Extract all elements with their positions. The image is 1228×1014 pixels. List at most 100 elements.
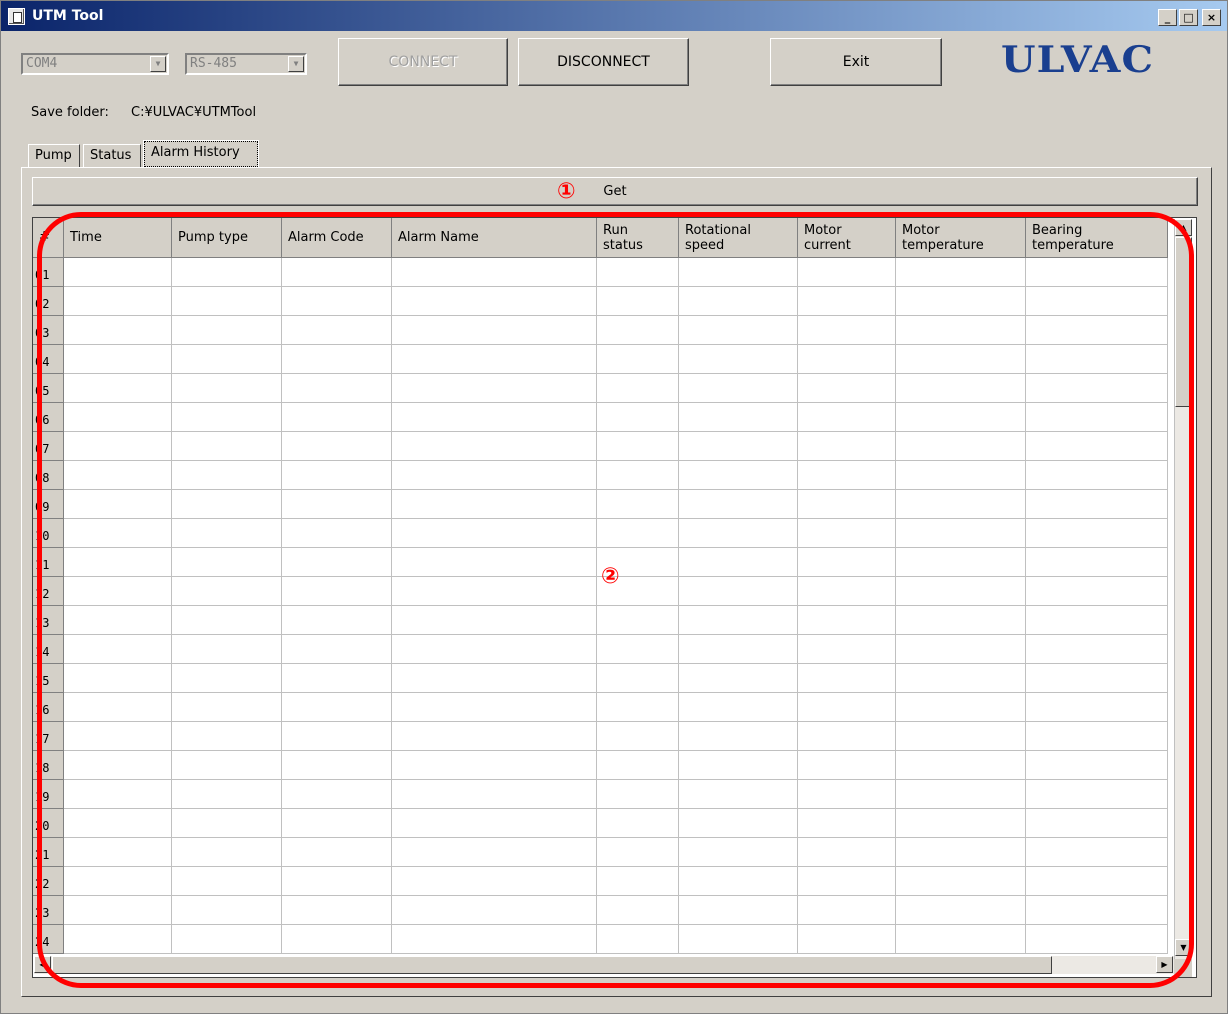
table-cell[interactable] bbox=[1026, 838, 1168, 867]
table-cell[interactable] bbox=[679, 925, 798, 954]
table-cell[interactable] bbox=[896, 490, 1026, 519]
table-cell[interactable] bbox=[597, 287, 679, 316]
column-header[interactable]: Pump type bbox=[172, 218, 282, 258]
table-cell[interactable] bbox=[679, 577, 798, 606]
table-cell[interactable] bbox=[64, 287, 172, 316]
table-cell[interactable] bbox=[798, 316, 896, 345]
column-header[interactable]: Bearing temperature bbox=[1026, 218, 1168, 258]
table-cell[interactable] bbox=[679, 867, 798, 896]
table-cell[interactable] bbox=[597, 403, 679, 432]
table-row[interactable]: 14 bbox=[33, 635, 1168, 664]
connect-button[interactable]: CONNECT bbox=[338, 38, 508, 86]
table-cell[interactable] bbox=[172, 461, 282, 490]
table-cell[interactable] bbox=[1026, 287, 1168, 316]
table-cell[interactable] bbox=[1026, 403, 1168, 432]
table-cell[interactable] bbox=[679, 751, 798, 780]
table-cell[interactable] bbox=[896, 577, 1026, 606]
table-cell[interactable] bbox=[1026, 867, 1168, 896]
table-cell[interactable] bbox=[172, 258, 282, 287]
table-row[interactable]: 15 bbox=[33, 664, 1168, 693]
scroll-down-icon[interactable]: ▼ bbox=[1175, 939, 1192, 956]
table-cell[interactable] bbox=[172, 780, 282, 809]
table-cell[interactable] bbox=[798, 780, 896, 809]
table-cell[interactable] bbox=[798, 345, 896, 374]
table-cell[interactable] bbox=[679, 403, 798, 432]
table-cell[interactable] bbox=[172, 316, 282, 345]
table-cell[interactable] bbox=[798, 925, 896, 954]
table-row[interactable]: 03 bbox=[33, 316, 1168, 345]
table-cell[interactable] bbox=[798, 548, 896, 577]
table-cell[interactable] bbox=[282, 403, 392, 432]
table-cell[interactable] bbox=[392, 896, 597, 925]
table-cell[interactable] bbox=[597, 258, 679, 287]
table-cell[interactable] bbox=[798, 374, 896, 403]
close-button[interactable]: × bbox=[1202, 9, 1221, 26]
table-cell[interactable] bbox=[64, 664, 172, 693]
table-cell[interactable] bbox=[896, 693, 1026, 722]
table-cell[interactable] bbox=[896, 461, 1026, 490]
table-cell[interactable] bbox=[64, 490, 172, 519]
table-row[interactable]: 20 bbox=[33, 809, 1168, 838]
table-cell[interactable] bbox=[64, 374, 172, 403]
table-cell[interactable] bbox=[597, 896, 679, 925]
table-cell[interactable] bbox=[392, 287, 597, 316]
table-cell[interactable] bbox=[597, 809, 679, 838]
table-cell[interactable] bbox=[798, 751, 896, 780]
table-cell[interactable] bbox=[597, 635, 679, 664]
table-cell[interactable] bbox=[896, 519, 1026, 548]
table-row[interactable]: 19 bbox=[33, 780, 1168, 809]
table-cell[interactable] bbox=[896, 722, 1026, 751]
table-row[interactable]: 21 bbox=[33, 838, 1168, 867]
table-cell[interactable] bbox=[172, 577, 282, 606]
title-bar[interactable]: UTM Tool _ □ × bbox=[1, 1, 1227, 31]
table-cell[interactable] bbox=[172, 809, 282, 838]
table-cell[interactable] bbox=[282, 896, 392, 925]
table-cell[interactable] bbox=[64, 722, 172, 751]
table-row[interactable]: 24 bbox=[33, 925, 1168, 954]
table-cell[interactable] bbox=[64, 316, 172, 345]
table-cell[interactable] bbox=[597, 316, 679, 345]
table-row[interactable]: 04 bbox=[33, 345, 1168, 374]
column-header[interactable]: Rotational speed bbox=[679, 218, 798, 258]
vertical-scrollbar[interactable]: ▲ ▼ bbox=[1174, 219, 1192, 959]
table-cell[interactable] bbox=[896, 809, 1026, 838]
table-cell[interactable] bbox=[798, 606, 896, 635]
disconnect-button[interactable]: DISCONNECT bbox=[518, 38, 689, 86]
table-cell[interactable] bbox=[679, 809, 798, 838]
table-cell[interactable] bbox=[1026, 432, 1168, 461]
table-cell[interactable] bbox=[282, 490, 392, 519]
table-cell[interactable] bbox=[282, 374, 392, 403]
table-row[interactable]: 06 bbox=[33, 403, 1168, 432]
table-cell[interactable] bbox=[1026, 461, 1168, 490]
table-cell[interactable] bbox=[392, 867, 597, 896]
table-cell[interactable] bbox=[896, 403, 1026, 432]
table-cell[interactable] bbox=[282, 780, 392, 809]
table-cell[interactable] bbox=[679, 287, 798, 316]
table-cell[interactable] bbox=[896, 374, 1026, 403]
table-cell[interactable] bbox=[896, 867, 1026, 896]
table-cell[interactable] bbox=[896, 345, 1026, 374]
column-header[interactable]: # bbox=[33, 218, 64, 258]
table-cell[interactable] bbox=[896, 896, 1026, 925]
table-cell[interactable] bbox=[282, 577, 392, 606]
table-cell[interactable] bbox=[172, 867, 282, 896]
table-row[interactable]: 05 bbox=[33, 374, 1168, 403]
table-cell[interactable] bbox=[1026, 345, 1168, 374]
table-row[interactable]: 22 bbox=[33, 867, 1168, 896]
table-cell[interactable] bbox=[1026, 374, 1168, 403]
table-row[interactable]: 23 bbox=[33, 896, 1168, 925]
table-cell[interactable] bbox=[172, 722, 282, 751]
vertical-scroll-thumb[interactable] bbox=[1175, 237, 1192, 407]
table-cell[interactable] bbox=[282, 635, 392, 664]
table-cell[interactable] bbox=[896, 548, 1026, 577]
table-cell[interactable] bbox=[64, 751, 172, 780]
table-row[interactable]: 07 bbox=[33, 432, 1168, 461]
table-cell[interactable] bbox=[679, 374, 798, 403]
table-cell[interactable] bbox=[64, 838, 172, 867]
table-cell[interactable] bbox=[1026, 606, 1168, 635]
table-cell[interactable] bbox=[798, 896, 896, 925]
table-cell[interactable] bbox=[392, 606, 597, 635]
table-cell[interactable] bbox=[172, 606, 282, 635]
table-cell[interactable] bbox=[679, 316, 798, 345]
table-cell[interactable] bbox=[597, 780, 679, 809]
